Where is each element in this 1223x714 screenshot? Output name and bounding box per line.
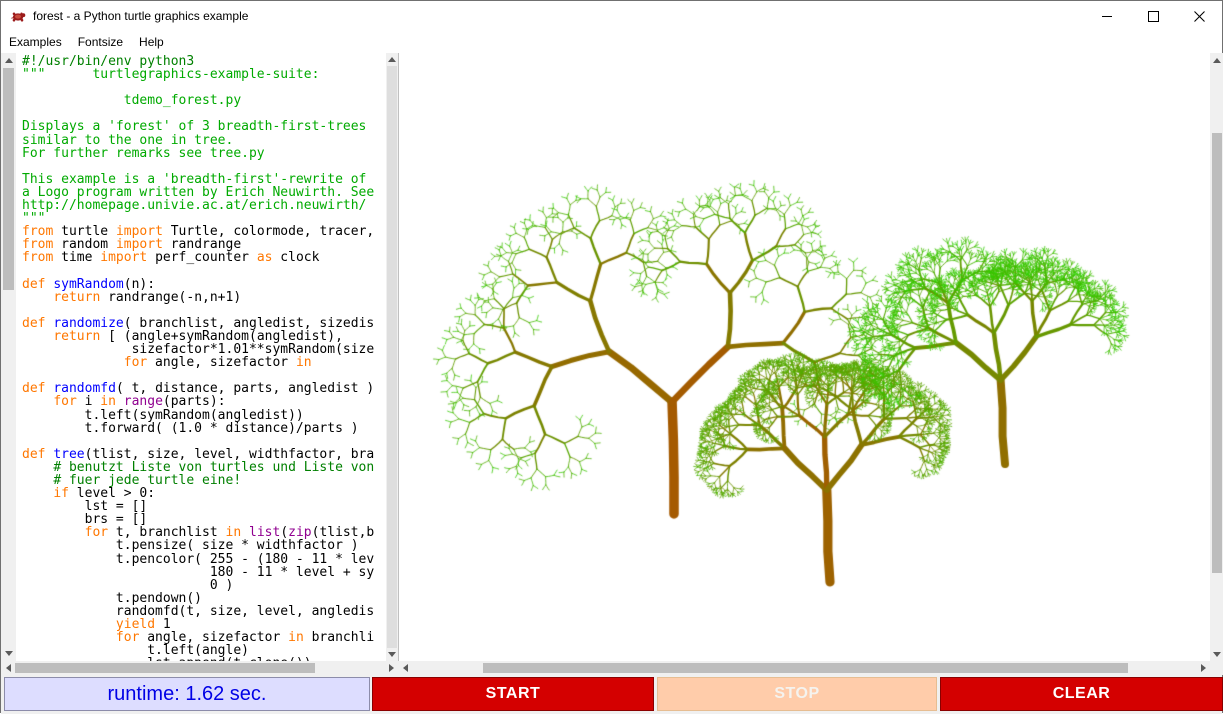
code-line: from time import perf_counter as clock	[22, 251, 386, 264]
window-title: forest - a Python turtle graphics exampl…	[33, 9, 248, 23]
code-text: #!/usr/bin/env python3""" turtlegraphics…	[16, 53, 386, 661]
code-horizontal-scrollbar[interactable]	[1, 661, 398, 675]
menu-fontsize[interactable]: Fontsize	[70, 31, 131, 53]
scroll-down-button[interactable]	[1, 646, 16, 661]
maximize-icon	[1148, 11, 1159, 22]
minimize-button[interactable]	[1084, 1, 1130, 31]
canvas-vertical-scrollbar[interactable]	[1210, 53, 1223, 661]
scroll-down-button[interactable]	[1210, 647, 1223, 661]
arrow-up-icon	[5, 58, 13, 63]
code-line: for angle, sizefactor in	[22, 356, 386, 369]
code-line: t.forward( (1.0 * distance)/parts )	[22, 422, 386, 435]
turtle-canvas	[399, 53, 1210, 661]
code-line: http://homepage.univie.ac.at/erich.neuwi…	[22, 199, 386, 212]
menu-help[interactable]: Help	[131, 31, 172, 53]
turtledemo-window: { "window": { "title": "forest - a Pytho…	[0, 0, 1223, 713]
arrow-up-icon	[1213, 58, 1221, 63]
scroll-right-button[interactable]	[1196, 661, 1210, 675]
arrow-right-icon	[1201, 664, 1206, 672]
scroll-left-button[interactable]	[398, 661, 412, 675]
scroll-left-button[interactable]	[1, 661, 15, 675]
arrow-up-icon	[388, 57, 396, 62]
scrollbar-thumb[interactable]	[483, 663, 1128, 673]
scroll-down-button[interactable]	[386, 648, 398, 661]
code-line: """ turtlegraphics-example-suite:	[22, 68, 386, 81]
scroll-up-button[interactable]	[386, 53, 398, 66]
menu-bar: Examples Fontsize Help	[1, 31, 1222, 53]
scrollbar-thumb[interactable]	[387, 66, 397, 648]
scroll-up-button[interactable]	[1210, 53, 1223, 67]
runtime-label: runtime: 1.62 sec.	[4, 677, 370, 711]
code-line: return randrange(-n,n+1)	[22, 291, 386, 304]
arrow-left-icon	[6, 664, 11, 672]
clear-button[interactable]: CLEAR	[940, 677, 1223, 711]
scroll-up-button[interactable]	[1, 53, 16, 68]
menu-examples[interactable]: Examples	[1, 31, 70, 53]
scrollbar-corner	[1210, 661, 1223, 675]
turtle-canvas-area	[398, 53, 1210, 661]
scroll-right-button[interactable]	[384, 661, 398, 675]
scrollbar-thumb[interactable]	[3, 68, 14, 290]
divider-vertical-scrollbar[interactable]	[386, 53, 398, 661]
scrollbar-thumb[interactable]	[1212, 133, 1222, 573]
minimize-icon	[1102, 11, 1113, 22]
turtle-app-icon	[10, 8, 26, 24]
code-line: For further remarks see tree.py	[22, 147, 386, 160]
stop-button[interactable]: STOP	[657, 677, 937, 711]
close-button[interactable]	[1176, 1, 1222, 31]
arrow-down-icon	[1213, 652, 1221, 657]
status-bar: runtime: 1.62 sec. START STOP CLEAR	[1, 675, 1222, 714]
close-icon	[1194, 11, 1205, 22]
source-code-pane[interactable]: #!/usr/bin/env python3""" turtlegraphics…	[16, 53, 386, 661]
arrow-down-icon	[388, 652, 396, 657]
code-vertical-scrollbar[interactable]	[1, 53, 16, 661]
arrow-right-icon	[389, 664, 394, 672]
arrow-down-icon	[5, 651, 13, 656]
scrollbar-thumb[interactable]	[15, 663, 315, 673]
start-button[interactable]: START	[372, 677, 654, 711]
title-bar: forest - a Python turtle graphics exampl…	[1, 1, 1222, 31]
window-controls	[1084, 1, 1222, 31]
maximize-button[interactable]	[1130, 1, 1176, 31]
code-line: tdemo_forest.py	[22, 94, 386, 107]
canvas-horizontal-scrollbar[interactable]	[398, 661, 1210, 675]
arrow-left-icon	[403, 664, 408, 672]
